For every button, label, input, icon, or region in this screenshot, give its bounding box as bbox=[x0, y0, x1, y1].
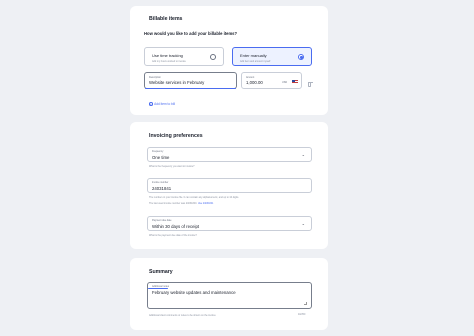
resize-handle-icon[interactable] bbox=[304, 302, 307, 305]
use-number-value: 24031841 bbox=[202, 202, 214, 205]
currency-code: USD bbox=[282, 80, 288, 84]
payment-due-help: What is the payment due date of the invo… bbox=[149, 234, 197, 237]
amount-label: Amount bbox=[246, 75, 255, 79]
additional-notes-textarea[interactable]: Additional notes February website update… bbox=[147, 282, 312, 309]
frequency-help: What is the frequency you want to invoic… bbox=[149, 165, 195, 168]
frequency-label: Frequency bbox=[152, 150, 164, 153]
us-flag-icon bbox=[292, 80, 298, 84]
invoice-number-label: Invoice number bbox=[152, 181, 169, 184]
notes-focus-underline bbox=[148, 287, 168, 289]
add-item-label: Add item to bill bbox=[154, 102, 175, 106]
invoice-number-help: The number on your invoice file. It can … bbox=[149, 196, 239, 199]
description-focus-underline bbox=[145, 87, 236, 89]
last-used-value: 24031840 bbox=[185, 202, 197, 205]
frequency-value: One time bbox=[152, 154, 170, 160]
chevron-down-icon: ⌄ bbox=[301, 152, 305, 157]
option-enter-manually-sub: Add item and amount myself bbox=[240, 60, 271, 63]
description-field[interactable]: Description Website services in February bbox=[144, 72, 237, 89]
description-value: Website services in February bbox=[149, 80, 205, 85]
radio-enter-manually[interactable] bbox=[298, 54, 304, 60]
description-label: Description bbox=[149, 75, 161, 79]
option-time-tracking[interactable]: Use time tracking Add my hours worked to… bbox=[144, 47, 224, 66]
summary-help: Additional client comments or notes to b… bbox=[149, 314, 216, 317]
invoicing-title: Invoicing preferences bbox=[149, 133, 203, 139]
summary-card: Summary Additional notes February websit… bbox=[130, 258, 328, 330]
trash-icon[interactable] bbox=[308, 82, 314, 87]
invoice-number-value: 24031841 bbox=[152, 185, 172, 191]
billable-question: How would you like to add your billable … bbox=[144, 31, 238, 36]
option-enter-manually-label: Enter manually bbox=[240, 53, 267, 58]
plus-circle-icon: + bbox=[149, 102, 153, 107]
payment-due-label: Payment due date bbox=[152, 219, 172, 222]
billable-items-title: Billable items bbox=[149, 16, 183, 22]
invoicing-preferences-card: Invoicing preferences Frequency One time… bbox=[130, 122, 328, 249]
use-number-link[interactable]: Use 24031841 bbox=[198, 202, 214, 205]
character-counter: 40/250 bbox=[298, 313, 306, 316]
last-used-prefix: The last used invoice number was bbox=[149, 202, 186, 205]
add-item-link[interactable]: + Add item to bill bbox=[149, 102, 175, 106]
option-time-tracking-sub: Add my hours worked to invoice bbox=[152, 60, 186, 63]
payment-due-value: Within 30 days of receipt bbox=[152, 223, 200, 229]
summary-title: Summary bbox=[149, 269, 173, 275]
use-number-prefix: Use bbox=[197, 202, 203, 205]
amount-value: 1,000.00 bbox=[246, 80, 263, 85]
invoice-number-last-used: The last used invoice number was 2403184… bbox=[149, 202, 214, 205]
radio-time-tracking[interactable] bbox=[210, 54, 216, 60]
option-time-tracking-label: Use time tracking bbox=[152, 53, 183, 58]
payment-due-select[interactable]: Payment due date Within 30 days of recei… bbox=[147, 216, 312, 231]
chevron-down-icon: ⌄ bbox=[301, 221, 305, 226]
option-enter-manually[interactable]: Enter manually Add item and amount mysel… bbox=[232, 47, 312, 66]
invoice-number-field[interactable]: Invoice number 24031841 bbox=[147, 178, 312, 193]
billable-items-card: Billable items How would you like to add… bbox=[130, 6, 328, 115]
amount-field[interactable]: Amount 1,000.00 USD bbox=[241, 72, 302, 89]
additional-notes-value: February website updates and maintenance bbox=[152, 289, 236, 295]
frequency-select[interactable]: Frequency One time ⌄ bbox=[147, 147, 312, 162]
